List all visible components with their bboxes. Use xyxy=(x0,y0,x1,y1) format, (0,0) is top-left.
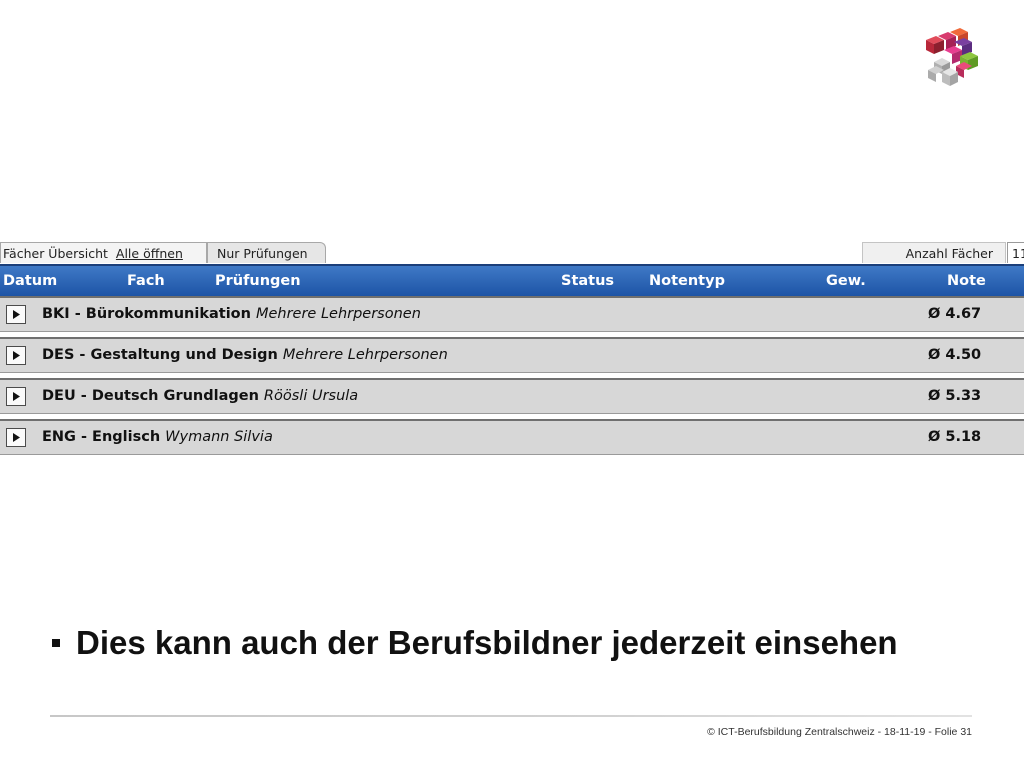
table-row[interactable]: DES - Gestaltung und Design Mehrere Lehrp… xyxy=(0,337,1024,373)
expand-arrow-icon[interactable] xyxy=(6,387,26,406)
slide-footer: © ICT-Berufsbildung Zentralschweiz - 18-… xyxy=(707,726,972,738)
table-row[interactable]: DEU - Deutsch Grundlagen Röösli Ursula Ø … xyxy=(0,378,1024,414)
row-title: DES - Gestaltung und Design Mehrere Lehrp… xyxy=(42,339,448,372)
table-row[interactable]: ENG - Englisch Wymann Silvia Ø 5.18 xyxy=(0,419,1024,455)
subject-count-value: 11 xyxy=(1007,242,1024,263)
grades-panel: Fächer Übersicht Alle öffnen Nur Prüfunge… xyxy=(0,240,1024,457)
average-grade: Ø 5.18 xyxy=(928,429,982,445)
expand-arrow-icon[interactable] xyxy=(6,346,26,365)
tab-exams-only[interactable]: Nur Prüfungen xyxy=(207,242,326,263)
average-grade: Ø 4.50 xyxy=(928,347,982,363)
column-header-note[interactable]: Note xyxy=(947,266,986,296)
tab-bar: Fächer Übersicht Alle öffnen Nur Prüfunge… xyxy=(0,240,1024,264)
footer-divider xyxy=(50,715,972,717)
table-row[interactable]: BKI - Bürokommunikation Mehrere Lehrperso… xyxy=(0,296,1024,332)
row-title: ENG - Englisch Wymann Silvia xyxy=(42,421,273,454)
table-header: Datum Fach Prüfungen Status Notentyp Gew… xyxy=(0,264,1024,296)
subject-name: BKI - Bürokommunikation xyxy=(42,306,251,322)
column-header-notentyp[interactable]: Notentyp xyxy=(649,266,725,296)
tab-subject-overview-label: Fächer Übersicht xyxy=(3,246,108,261)
subject-name: DES - Gestaltung und Design xyxy=(42,347,278,363)
row-title: BKI - Bürokommunikation Mehrere Lehrperso… xyxy=(42,298,421,331)
average-grade: Ø 5.33 xyxy=(928,388,982,404)
teacher-name: Wymann Silvia xyxy=(165,429,273,445)
bullet-square-icon xyxy=(52,639,60,647)
average-grade: Ø 4.67 xyxy=(928,306,982,322)
column-header-datum[interactable]: Datum xyxy=(3,266,57,296)
teacher-name: Mehrere Lehrpersonen xyxy=(282,347,448,363)
column-header-status[interactable]: Status xyxy=(561,266,614,296)
column-header-fach[interactable]: Fach xyxy=(127,266,165,296)
open-all-link[interactable]: Alle öffnen xyxy=(116,246,183,261)
expand-arrow-icon[interactable] xyxy=(6,428,26,447)
column-header-pruefungen[interactable]: Prüfungen xyxy=(215,266,301,296)
subject-name: ENG - Englisch xyxy=(42,429,161,445)
logo-icon xyxy=(920,28,982,90)
subject-count-label: Anzahl Fächer xyxy=(862,242,1006,263)
subject-name: DEU - Deutsch Grundlagen xyxy=(42,388,259,404)
teacher-name: Mehrere Lehrpersonen xyxy=(255,306,421,322)
row-title: DEU - Deutsch Grundlagen Röösli Ursula xyxy=(42,380,358,413)
bullet-text: Dies kann auch der Berufsbildner jederze… xyxy=(76,624,898,661)
column-header-gewicht[interactable]: Gew. xyxy=(826,266,866,296)
expand-arrow-icon[interactable] xyxy=(6,305,26,324)
tab-subject-overview[interactable]: Fächer Übersicht Alle öffnen xyxy=(0,242,207,263)
teacher-name: Röösli Ursula xyxy=(263,388,359,404)
